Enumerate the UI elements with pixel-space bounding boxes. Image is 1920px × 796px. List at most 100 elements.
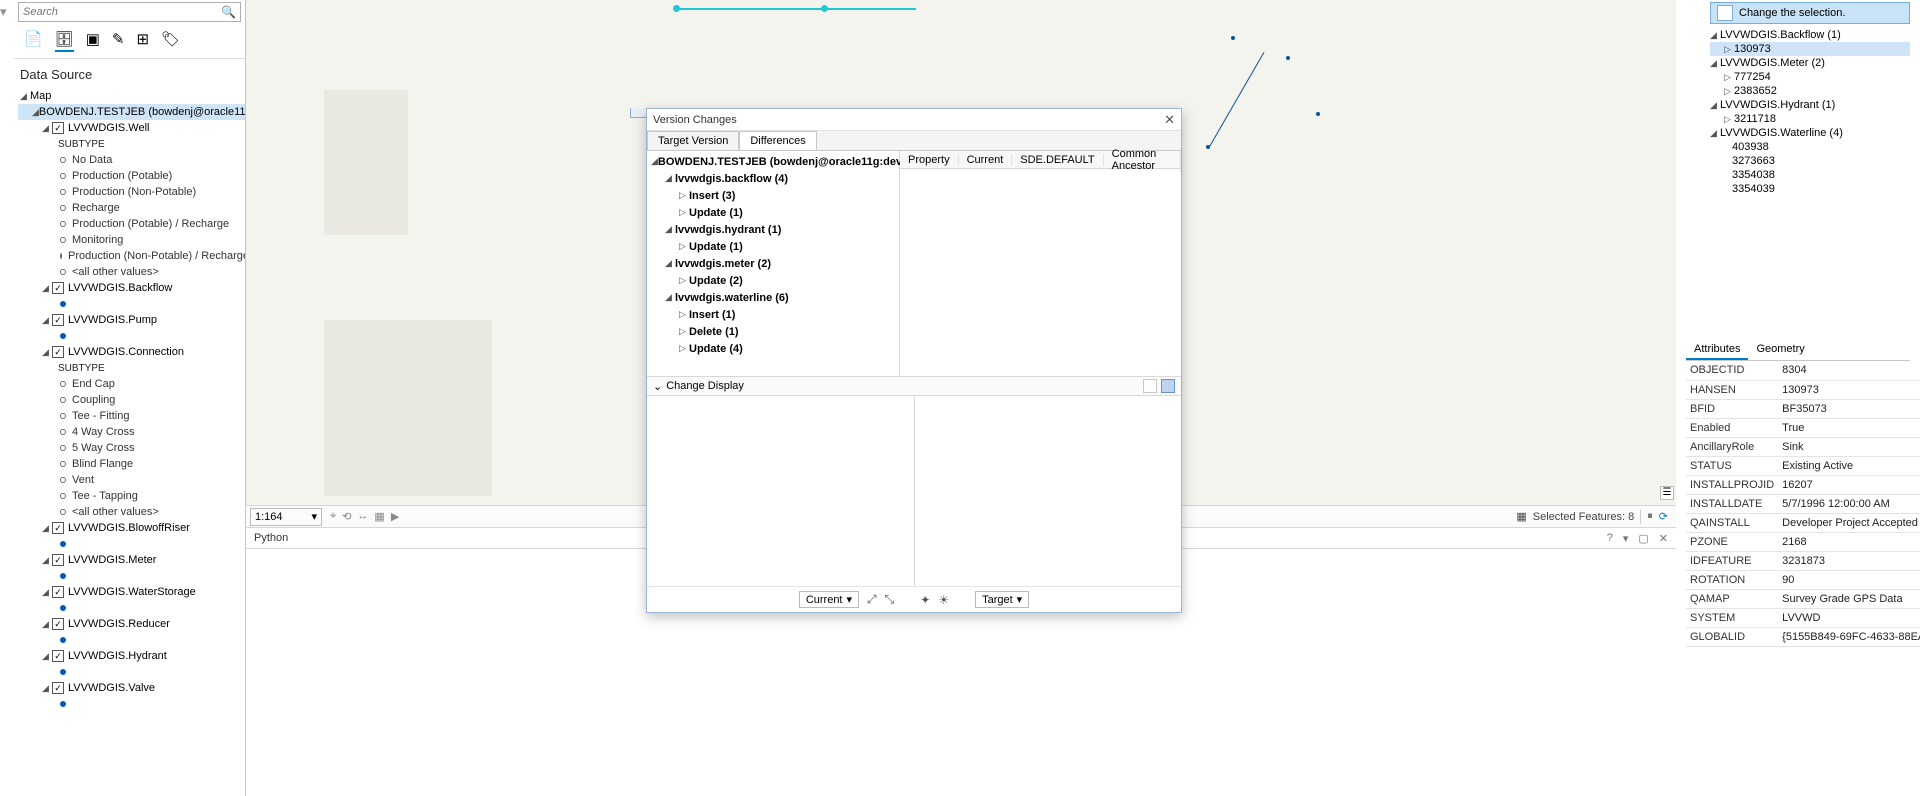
feature-point-icon (1231, 36, 1235, 40)
contents-panel: 🔍 📄 🗄 ▣ ✎ ⊞ 🏷 Data Source ◢Map ◢BOWDENJ.… (14, 0, 246, 796)
compare-area (647, 396, 1181, 586)
python-tab-label[interactable]: Python (254, 532, 288, 544)
target-dropdown[interactable]: Target▾ (975, 591, 1029, 608)
compare-left[interactable] (647, 396, 915, 586)
map-polygon (324, 320, 492, 496)
snapping-icon[interactable]: ⊞ (137, 30, 150, 52)
backflow-layer[interactable]: LVVWDGIS.Backflow (68, 282, 172, 294)
close-icon[interactable]: ✕ (1164, 112, 1175, 128)
scale-input[interactable]: 1:164▾ (250, 508, 322, 526)
table-row[interactable]: INSTALLDATE5/7/1996 12:00:00 AM (1686, 494, 1920, 513)
connection-checkbox[interactable] (52, 346, 64, 358)
meter-checkbox[interactable] (52, 554, 64, 566)
reducer-checkbox[interactable] (52, 618, 64, 630)
attributes-table[interactable]: OBJECTID8304HANSEN130973BFIDBF35073Enabl… (1686, 361, 1920, 647)
selection-count-icon: ▦ (1516, 510, 1526, 523)
table-row[interactable]: IDFEATURE3231873 (1686, 551, 1920, 570)
close-icon[interactable]: ✕ (1659, 532, 1668, 545)
zoom-full-icon[interactable]: ⤢ (867, 592, 877, 607)
catalog-expand-icon[interactable]: ☰ (1660, 486, 1674, 500)
labeling-icon[interactable]: 🏷 (161, 30, 180, 52)
list-by-drawing-icon[interactable]: 📄 (24, 30, 43, 52)
feature-point-icon (1286, 56, 1290, 60)
selection-banner[interactable]: Change the selection. (1710, 2, 1910, 24)
contents-tree[interactable]: ◢Map ◢BOWDENJ.TESTJEB (bowdenj@oracle11g… (14, 88, 245, 712)
chevron-down-icon: ▾ (1017, 593, 1023, 606)
chevron-down-icon[interactable]: ⌄ (653, 380, 662, 393)
version-changes-dialog[interactable]: Version Changes ✕ Target Version Differe… (646, 108, 1182, 613)
waterline (1209, 52, 1265, 148)
flash-icon[interactable]: ✦ (920, 593, 930, 607)
help-icon[interactable]: ? (1607, 532, 1613, 545)
tab-attributes[interactable]: Attributes (1686, 340, 1748, 360)
current-dropdown[interactable]: Current▾ (799, 591, 859, 608)
highlight-icon[interactable]: ☀ (938, 593, 949, 607)
nav-tool-icon[interactable]: ↔ (357, 510, 368, 523)
map-node[interactable]: Map (30, 90, 51, 102)
table-row[interactable]: INSTALLPROJID16207 (1686, 475, 1920, 494)
tab-target-version[interactable]: Target Version (647, 131, 739, 150)
search-icon[interactable]: 🔍 (221, 5, 236, 19)
zoom-to-icon[interactable]: ⤡ (885, 592, 895, 607)
geodb-node[interactable]: BOWDENJ.TESTJEB (bowdenj@oracle11g:devel… (39, 106, 245, 118)
selected-node-icon (821, 5, 828, 12)
compare-right[interactable] (915, 396, 1182, 586)
chevron-down-icon: ▾ (847, 593, 853, 606)
backflow-checkbox[interactable] (52, 282, 64, 294)
list-by-source-icon[interactable]: 🗄 (55, 30, 74, 52)
selected-features-label: Selected Features: 8 (1533, 511, 1635, 523)
display-mode-split-icon[interactable] (1161, 379, 1175, 393)
data-source-header: Data Source (14, 59, 245, 88)
well-layer[interactable]: LVVWDGIS.Well (68, 122, 150, 134)
list-by-selection-icon[interactable]: ▣ (86, 30, 100, 52)
tab-differences[interactable]: Differences (739, 131, 816, 150)
col-ancestor[interactable]: Common Ancestor (1104, 148, 1181, 172)
well-checkbox[interactable] (52, 122, 64, 134)
table-row[interactable]: HANSEN130973 (1686, 380, 1920, 399)
filter-icon[interactable]: ▾ (0, 4, 7, 20)
nav-tool-icon[interactable]: ⌖ (330, 510, 336, 523)
options-icon[interactable]: ▾ (1623, 532, 1629, 545)
autohide-icon[interactable]: ▢ (1638, 532, 1648, 545)
pump-checkbox[interactable] (52, 314, 64, 326)
col-property[interactable]: Property (900, 154, 959, 166)
tab-geometry[interactable]: Geometry (1748, 340, 1812, 360)
table-row[interactable]: QAMAPSurvey Grade GPS Data (1686, 589, 1920, 608)
connection-layer[interactable]: LVVWDGIS.Connection (68, 346, 184, 358)
col-default[interactable]: SDE.DEFAULT (1012, 154, 1103, 166)
table-row[interactable]: QAINSTALLDeveloper Project Accepted (1686, 513, 1920, 532)
table-row[interactable]: EnabledTrue (1686, 418, 1920, 437)
refresh-icon[interactable]: ⟳ (1659, 510, 1668, 523)
pump-layer[interactable]: LVVWDGIS.Pump (68, 314, 157, 326)
valve-checkbox[interactable] (52, 682, 64, 694)
table-row[interactable]: GLOBALID{5155B849-69FC-4633-88EA-940693C (1686, 627, 1920, 646)
change-display-label[interactable]: Change Display (666, 380, 744, 392)
attributes-panel: Attributes Geometry OBJECTID8304HANSEN13… (1686, 340, 1910, 796)
table-row[interactable]: ROTATION90 (1686, 570, 1920, 589)
table-row[interactable]: STATUSExisting Active (1686, 456, 1920, 475)
pause-drawing-icon[interactable]: ⏸ (1647, 510, 1653, 523)
waterstorage-checkbox[interactable] (52, 586, 64, 598)
nav-tool-icon[interactable]: ⟲ (342, 510, 351, 523)
chevron-down-icon[interactable]: ▾ (311, 510, 317, 523)
nav-tool-icon[interactable]: ▶ (391, 510, 399, 523)
display-mode-single-icon[interactable] (1143, 379, 1157, 393)
hydrant-checkbox[interactable] (52, 650, 64, 662)
table-row[interactable]: AncillaryRoleSink (1686, 437, 1920, 456)
search-bar[interactable]: 🔍 (18, 2, 241, 22)
selection-icon (1717, 5, 1733, 21)
table-row[interactable]: PZONE2168 (1686, 532, 1920, 551)
search-input[interactable] (23, 6, 221, 18)
dialog-title: Version Changes (653, 114, 737, 126)
col-current[interactable]: Current (959, 154, 1013, 166)
differences-tree[interactable]: ◢BOWDENJ.TESTJEB (bowdenj@oracle11g:deve… (647, 151, 900, 376)
blowoff-checkbox[interactable] (52, 522, 64, 534)
nav-tool-icon[interactable]: ▦ (374, 510, 384, 523)
table-row[interactable]: BFIDBF35073 (1686, 399, 1920, 418)
edit-icon[interactable]: ✎ (112, 30, 125, 52)
table-row[interactable]: OBJECTID8304 (1686, 361, 1920, 380)
toc-toolbar: 📄 🗄 ▣ ✎ ⊞ 🏷 (14, 26, 245, 59)
selection-tree[interactable]: ◢LVVWDGIS.Backflow (1) ▷130973 ◢LVVWDGIS… (1710, 28, 1910, 196)
map-polygon (324, 90, 408, 235)
table-row[interactable]: SYSTEMLVVWD (1686, 608, 1920, 627)
